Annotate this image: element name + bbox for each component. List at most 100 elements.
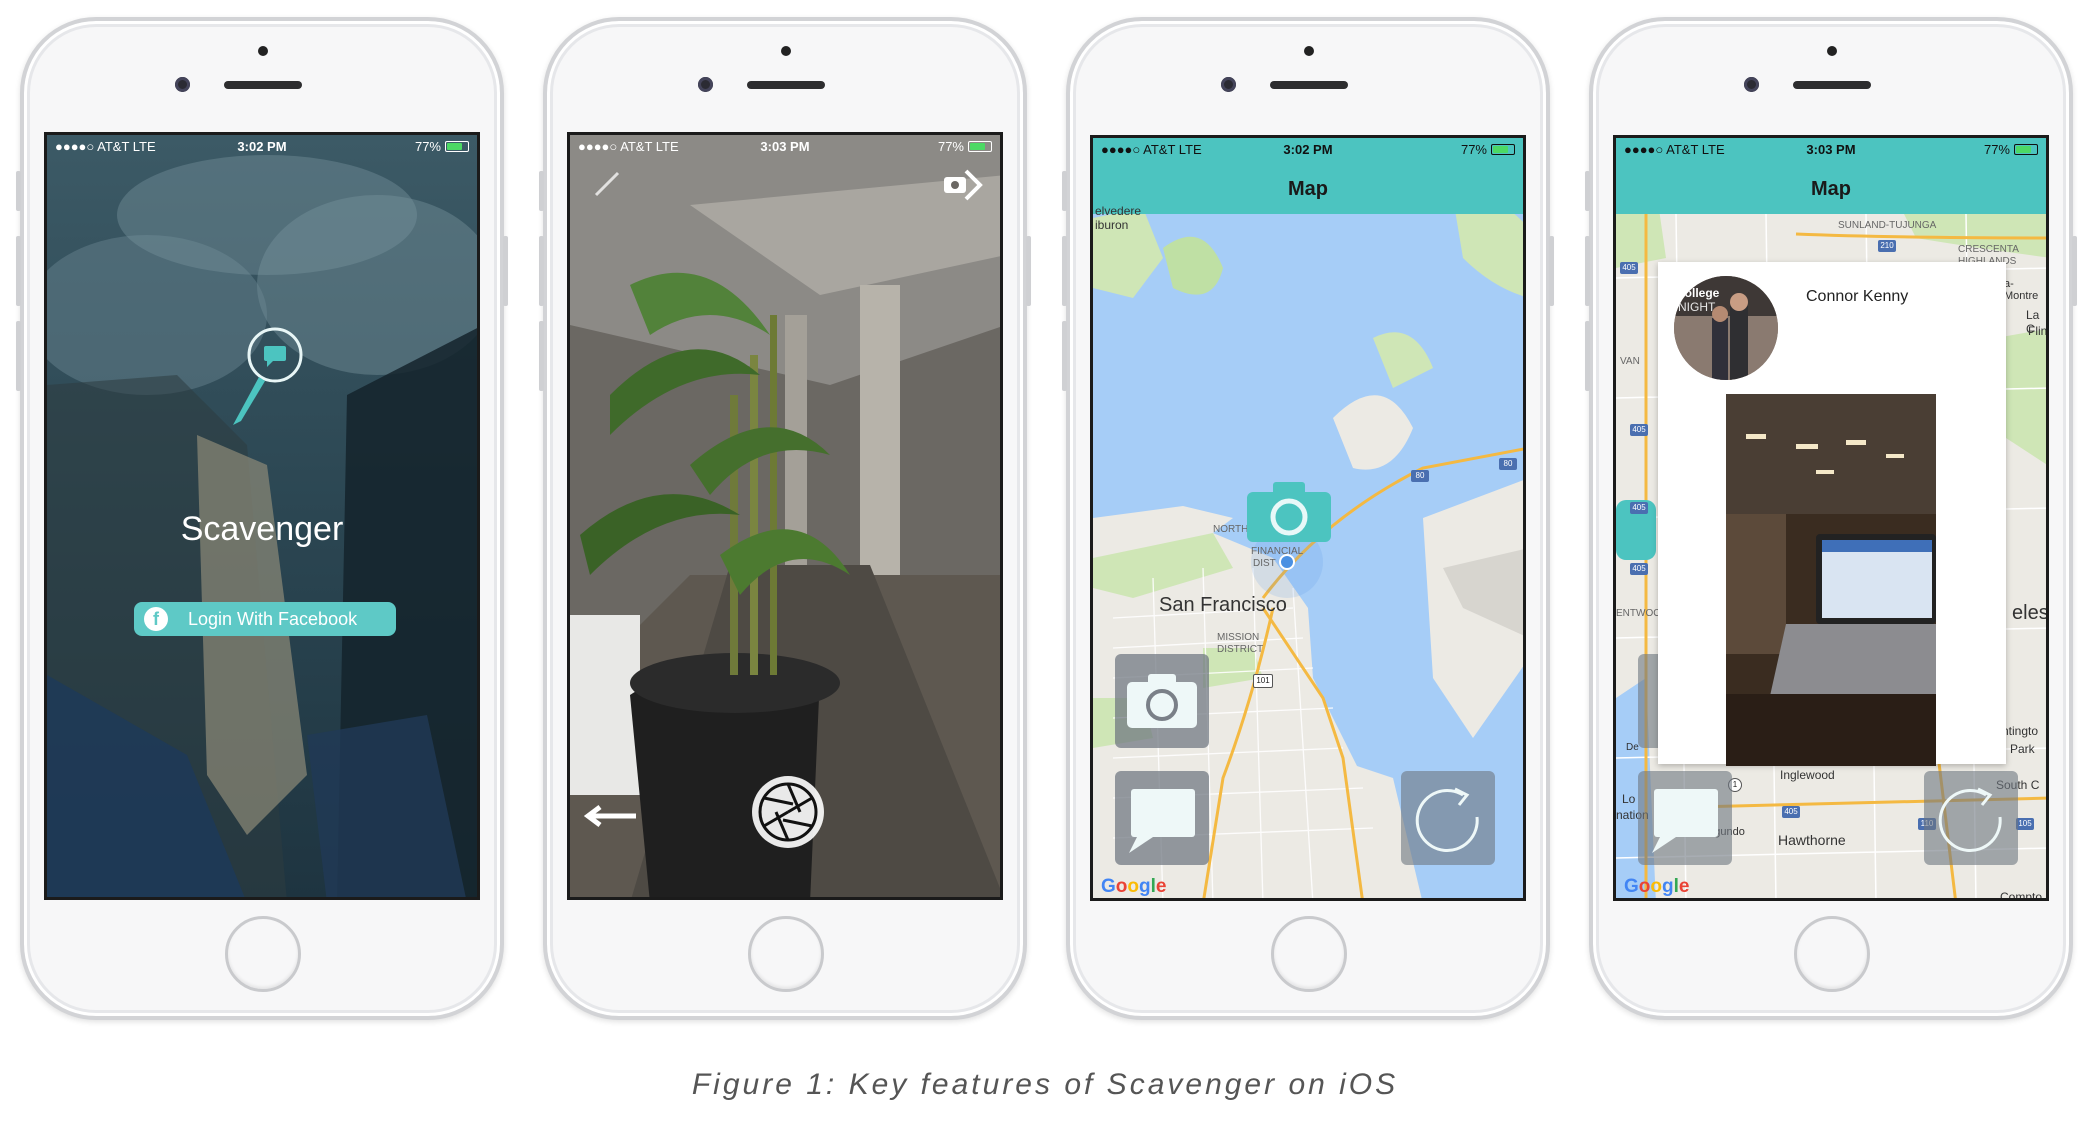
map-label-dist: DIST: [1253, 558, 1276, 569]
time-label: 3:03 PM: [760, 139, 810, 154]
login-screen: ●●●●○ AT&T LTE 3:02 PM 77% Scavenger f L…: [44, 132, 480, 900]
post-card[interactable]: College NIGHT Connor Kenny: [1658, 262, 2006, 766]
google-logo: Google: [1624, 876, 1690, 897]
battery-percent: 77%: [414, 139, 441, 154]
nav-title: Map: [1811, 178, 1851, 200]
map-label-district: DISTRICT: [1217, 644, 1264, 655]
mute-switch: [539, 171, 544, 211]
map-label-compto: Compto: [2000, 890, 2043, 901]
battery-icon: [445, 141, 469, 152]
camera-icon: [1127, 674, 1197, 728]
volume-down-button: [539, 321, 544, 391]
highway-shield: 101: [1253, 674, 1273, 688]
power-button: [1026, 236, 1031, 306]
phone-map: ●●●●○ AT&T LTE 3:02 PM 77% Map elvedere …: [1062, 17, 1554, 1020]
proximity-sensor: [258, 46, 268, 56]
highway-shield: 80: [1411, 470, 1429, 482]
post-photo: [1726, 394, 1936, 766]
home-button[interactable]: [1271, 916, 1347, 992]
home-button[interactable]: [748, 916, 824, 992]
battery-icon: [968, 141, 992, 152]
mute-switch: [16, 171, 21, 211]
power-button: [2072, 236, 2077, 306]
back-arrow-icon[interactable]: [584, 801, 640, 831]
map-label-flin: Flin: [2028, 324, 2048, 338]
map-label-crescenta: CRESCENTA: [1958, 244, 2019, 255]
volume-up-button: [539, 236, 544, 306]
earpiece: [747, 81, 825, 89]
login-facebook-button[interactable]: f Login With Facebook: [134, 602, 396, 636]
refresh-icon: [1415, 787, 1479, 852]
map-label-lo: Lo: [1622, 792, 1636, 806]
map-label-north: NORTH: [1213, 524, 1249, 535]
message-button[interactable]: [1115, 771, 1209, 865]
status-bar: ●●●●○ AT&T LTE 3:03 PM 77%: [1616, 138, 2046, 162]
figure-caption: Figure 1: Key features of Scavenger on i…: [691, 1068, 1399, 1101]
map-screen: ●●●●○ AT&T LTE 3:02 PM 77% Map elvedere …: [1090, 135, 1526, 901]
map-label-hawthorne: Hawthorne: [1778, 832, 1846, 848]
battery-percent: 77%: [1983, 142, 2010, 157]
volume-down-button: [1062, 321, 1067, 391]
login-button-label: Login With Facebook: [188, 609, 358, 629]
time-label: 3:02 PM: [1283, 142, 1333, 157]
message-button[interactable]: [1638, 771, 1732, 865]
flip-camera-icon[interactable]: [942, 167, 986, 203]
battery-icon: [2014, 144, 2038, 155]
refresh-button[interactable]: [1924, 771, 2018, 865]
volume-up-button: [1062, 236, 1067, 306]
time-label: 3:02 PM: [237, 139, 287, 154]
map-label-city: San Francisco: [1159, 594, 1287, 616]
home-button[interactable]: [1794, 916, 1870, 992]
chat-bubble-icon: [1652, 789, 1718, 853]
map-label-inglewood: Inglewood: [1780, 768, 1835, 782]
highway-shield: 80: [1499, 458, 1517, 470]
volume-down-button: [16, 321, 21, 391]
proximity-sensor: [781, 46, 791, 56]
nav-title: Map: [1288, 178, 1328, 200]
volume-up-button: [16, 236, 21, 306]
status-bar: ●●●●○ AT&T LTE 3:02 PM 77%: [47, 135, 477, 159]
battery-percent: 77%: [937, 139, 964, 154]
close-icon[interactable]: [592, 169, 622, 199]
photo-pin-camera-icon[interactable]: [1245, 480, 1333, 544]
home-button[interactable]: [225, 916, 301, 992]
status-bar: ●●●●○ AT&T LTE 3:02 PM 77%: [1093, 138, 1523, 162]
highway-shield: 405: [1630, 563, 1648, 575]
map-label-van: VAN: [1620, 356, 1640, 367]
volume-up-button: [1585, 236, 1590, 306]
shutter-button[interactable]: [748, 772, 828, 852]
facebook-icon: f: [144, 607, 168, 631]
highway-shield: 210: [1878, 240, 1896, 252]
map-label-de: De: [1626, 742, 1639, 753]
highway-shield: 405: [1782, 806, 1800, 818]
refresh-button[interactable]: [1401, 771, 1495, 865]
map-label-eles: eles: [2012, 602, 2049, 624]
avatar-text-college: College: [1676, 286, 1720, 300]
highway-shield: 405: [1630, 502, 1648, 514]
front-camera: [175, 77, 190, 92]
map-label-mission: MISSION: [1217, 632, 1260, 643]
map-post-screen: ●●●●○ AT&T LTE 3:03 PM 77% Map SUNLAND-T…: [1613, 135, 2049, 901]
phone-login: ●●●●○ AT&T LTE 3:02 PM 77% Scavenger f L…: [16, 17, 508, 1020]
post-user-name: Connor Kenny: [1806, 288, 1909, 305]
earpiece: [1793, 81, 1871, 89]
front-camera: [1744, 77, 1759, 92]
map-label-sunland: SUNLAND-TUJUNGA: [1838, 220, 1937, 231]
refresh-icon: [1938, 787, 2002, 852]
proximity-sensor: [1827, 46, 1837, 56]
user-avatar: College NIGHT: [1674, 276, 1778, 380]
highway-shield: 105: [2016, 818, 2034, 830]
power-button: [1549, 236, 1554, 306]
map-label-belvedere: elvedere: [1095, 204, 1142, 218]
camera-screen: ●●●●○ AT&T LTE 3:03 PM 77%: [567, 132, 1003, 900]
camera-button[interactable]: [1115, 654, 1209, 748]
phone-camera: ●●●●○ AT&T LTE 3:03 PM 77%: [539, 17, 1031, 1020]
mute-switch: [1062, 171, 1067, 211]
battery-percent: 77%: [1460, 142, 1487, 157]
status-bar: ●●●●○ AT&T LTE 3:03 PM 77%: [570, 135, 1000, 159]
map-label-tington: ntingto: [2002, 724, 2039, 738]
front-camera: [698, 77, 713, 92]
map-label-tiburon: iburon: [1095, 218, 1129, 232]
map-label-park: Park: [2010, 742, 2035, 756]
front-camera: [1221, 77, 1236, 92]
